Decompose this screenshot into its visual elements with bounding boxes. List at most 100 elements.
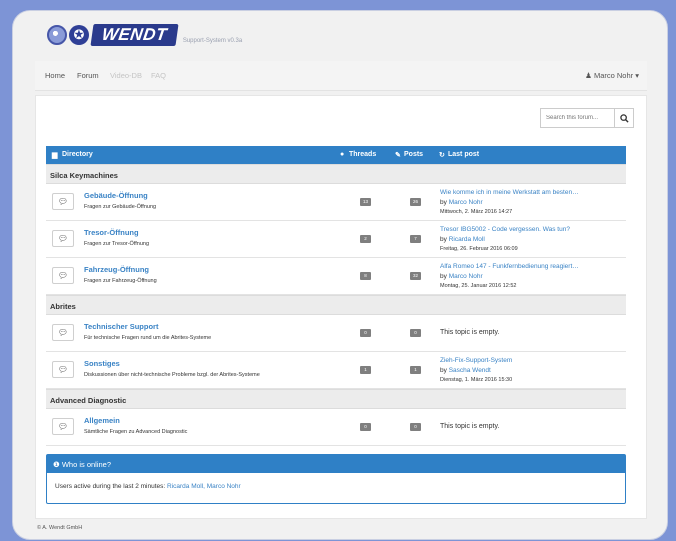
posts-count: 32 <box>410 272 421 280</box>
forum-title[interactable]: Technischer Support <box>84 322 158 331</box>
search-icon <box>619 113 629 123</box>
posts-count: 0 <box>410 329 421 337</box>
posts-count: 0 <box>410 423 421 431</box>
search-input[interactable] <box>540 108 614 128</box>
forum-description: Fragen zur Gebäude-Öffnung <box>84 204 157 210</box>
last-post-link[interactable]: Tresor IBG5002 - Code vergessen. Was tun… <box>440 226 570 233</box>
author-link[interactable]: Marco Nohr <box>449 199 483 206</box>
last-post-date: Freitag, 26. Februar 2016 06:09 <box>440 246 518 252</box>
last-post-link[interactable]: Zieh-Fix-Support-System <box>440 357 512 364</box>
site-header: ✪ WENDT Support-System v0.3a <box>13 11 667 59</box>
threads-count: 13 <box>360 198 371 206</box>
forum-title[interactable]: Sonstiges <box>84 359 120 368</box>
user-name: Marco Nohr <box>593 71 634 80</box>
edit-icon: ✎ <box>395 152 401 159</box>
comments-icon: 💬︎ <box>52 230 74 247</box>
header-threads: Threads <box>349 151 377 158</box>
info-icon: ❶ <box>53 460 60 469</box>
posts-count: 1 <box>410 366 421 374</box>
header-directory: Directory <box>62 151 93 158</box>
threads-count: 8 <box>360 272 371 280</box>
last-post-date: Dienstag, 1. März 2016 15:30 <box>440 377 513 383</box>
forum-row: 💬︎ Technischer Support Für technische Fr… <box>46 315 626 352</box>
forum-description: Sämtliche Fragen zu Advanced Diagnostic <box>84 429 188 435</box>
who-is-online-header: ❶ Who is online? <box>47 455 625 473</box>
footer-copyright: © A. Wendt GmbH <box>37 525 83 531</box>
version-label: Support-System v0.3a <box>182 38 243 44</box>
user-menu[interactable]: ♟ Marco Nohr ▾ <box>585 71 639 80</box>
forum-panel: ▆ Directory ● Threads ✎ Posts ↻ Last pos… <box>35 95 647 519</box>
forum-description: Fragen zur Fahrzeug-Öffnung <box>84 278 157 284</box>
user-icon: ♟ <box>585 71 592 80</box>
globe-icon <box>47 25 67 45</box>
last-post-link[interactable]: Alfa Romeo 147 - Funkfernbedienung reagi… <box>440 263 579 270</box>
by-label: by <box>440 236 447 243</box>
comments-icon: ● <box>340 151 345 158</box>
comments-icon: 💬︎ <box>52 361 74 378</box>
category-row: Silca Keymachines <box>46 164 626 184</box>
online-text: Users active during the last 2 minutes: <box>55 483 166 490</box>
posts-count: 7 <box>410 235 421 243</box>
comments-icon: 💬︎ <box>52 267 74 284</box>
last-post-date: Mittwoch, 2. März 2016 14:27 <box>440 209 513 215</box>
nav-home[interactable]: Home <box>45 71 65 80</box>
header-posts: Posts <box>404 151 424 158</box>
forum-row: 💬︎ Allgemein Sämtliche Fragen zu Advance… <box>46 409 626 446</box>
search-box <box>540 108 634 128</box>
forum-row: 💬︎ Fahrzeug-Öffnung Fragen zur Fahrzeug-… <box>46 258 626 295</box>
threads-count: 2 <box>360 235 371 243</box>
nav-faq[interactable]: FAQ <box>151 71 166 80</box>
who-is-online-box: ❶ Who is online? Users active during the… <box>46 454 626 504</box>
forum-title[interactable]: Allgemein <box>84 416 120 425</box>
forum-title[interactable]: Tresor-Öffnung <box>84 228 139 237</box>
search-button[interactable] <box>614 108 634 128</box>
author-link[interactable]: Ricarda Moll <box>449 236 485 243</box>
last-post-author: by Sascha Wendt <box>440 367 491 374</box>
clock-icon: ↻ <box>439 152 445 159</box>
who-is-online-body: Users active during the last 2 minutes: … <box>47 473 625 500</box>
online-users[interactable]: Ricarda Moll, Marco Nohr <box>167 483 241 490</box>
star-icon: ✪ <box>69 25 89 45</box>
forum-description: Für technische Fragen rund um die Abrite… <box>84 335 212 341</box>
forum-title[interactable]: Fahrzeug-Öffnung <box>84 265 149 274</box>
table-header: ▆ Directory ● Threads ✎ Posts ↻ Last pos… <box>46 146 626 164</box>
comments-icon: 💬︎ <box>52 324 74 341</box>
empty-topic-text: This topic is empty. <box>440 423 500 430</box>
author-link[interactable]: Marco Nohr <box>449 273 483 280</box>
forum-description: Fragen zur Tresor-Öffnung <box>84 241 150 247</box>
forum-description: Diskussionen über nicht-technische Probl… <box>84 372 260 378</box>
site-logo[interactable]: ✪ WENDT Support-System v0.3a <box>47 24 242 46</box>
caret-down-icon: ▾ <box>635 71 639 80</box>
folder-icon: ▆ <box>52 152 58 159</box>
nav-forum[interactable]: Forum <box>77 71 99 80</box>
posts-count: 26 <box>410 198 421 206</box>
threads-count: 1 <box>360 366 371 374</box>
brand-name: WENDT <box>90 24 179 46</box>
by-label: by <box>440 273 447 280</box>
by-label: by <box>440 199 447 206</box>
comments-icon: 💬︎ <box>52 418 74 435</box>
threads-count: 0 <box>360 329 371 337</box>
forum-title[interactable]: Gebäude-Öffnung <box>84 191 148 200</box>
last-post-author: by Ricarda Moll <box>440 236 485 243</box>
navbar: Home Forum Video-DB FAQ ♟ Marco Nohr ▾ <box>35 61 647 91</box>
last-post-date: Montag, 25. Januar 2016 12:52 <box>440 283 517 289</box>
threads-count: 0 <box>360 423 371 431</box>
header-last-post: Last post <box>448 151 480 158</box>
empty-topic-text: This topic is empty. <box>440 329 500 336</box>
forum-row: 💬︎ Tresor-Öffnung Fragen zur Tresor-Öffn… <box>46 221 626 258</box>
comments-icon: 💬︎ <box>52 193 74 210</box>
forum-table: ▆ Directory ● Threads ✎ Posts ↻ Last pos… <box>46 146 626 446</box>
by-label: by <box>440 367 447 374</box>
last-post-link[interactable]: Wie komme ich in meine Werkstatt am best… <box>440 189 579 196</box>
who-is-online-title: Who is online? <box>61 460 112 469</box>
category-row: Abrites <box>46 295 626 315</box>
last-post-author: by Marco Nohr <box>440 199 483 206</box>
author-link[interactable]: Sascha Wendt <box>449 367 491 374</box>
last-post-author: by Marco Nohr <box>440 273 483 280</box>
forum-row: 💬︎ Gebäude-Öffnung Fragen zur Gebäude-Öf… <box>46 184 626 221</box>
page-frame: ✪ WENDT Support-System v0.3a Home Forum … <box>12 10 668 540</box>
forum-row: 💬︎ Sonstiges Diskussionen über nicht-tec… <box>46 352 626 389</box>
category-row: Advanced Diagnostic <box>46 389 626 409</box>
nav-video-db[interactable]: Video-DB <box>110 71 142 80</box>
